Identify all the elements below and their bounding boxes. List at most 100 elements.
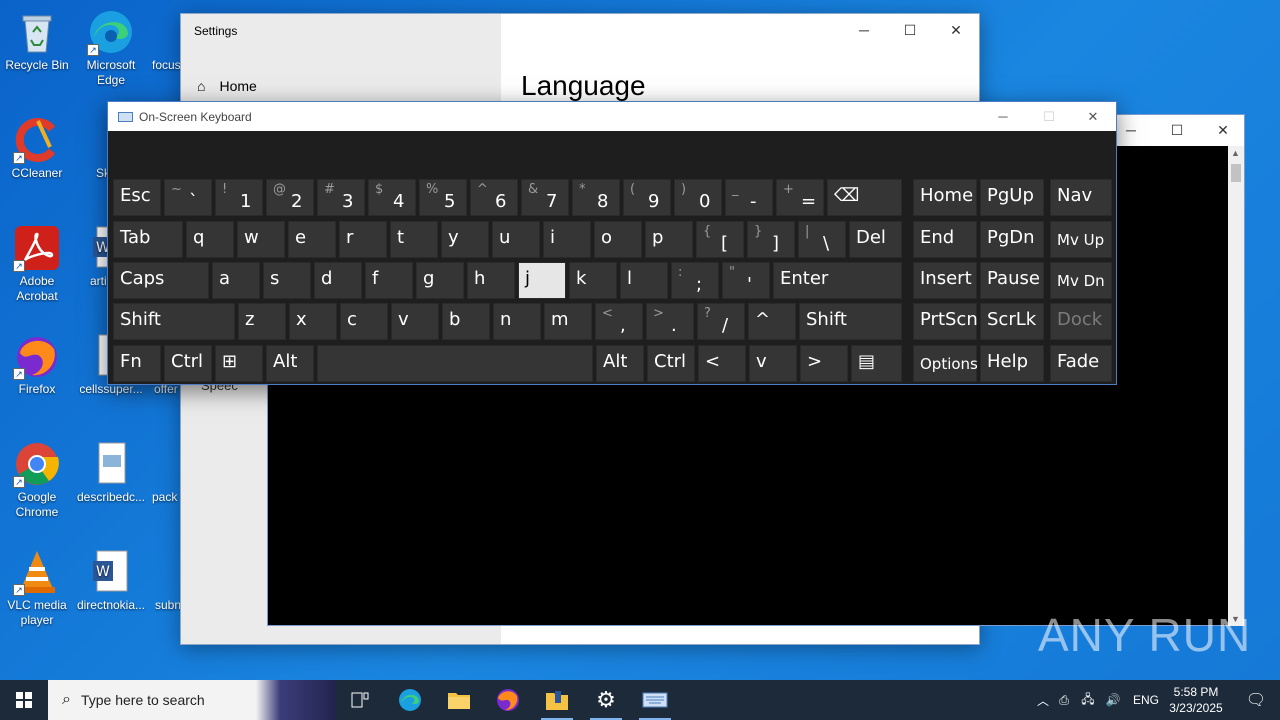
key-i[interactable]: i (543, 221, 591, 258)
key-n[interactable]: n (493, 303, 541, 340)
key-a[interactable]: a (212, 262, 260, 299)
key-l[interactable]: l (620, 262, 668, 299)
close-button[interactable]: ✕ (933, 14, 979, 46)
key-tab[interactable]: Tab (113, 221, 183, 258)
key-p[interactable]: p (645, 221, 693, 258)
key-help[interactable]: Help (980, 345, 1044, 382)
key-t[interactable]: t (390, 221, 438, 258)
desktop-icon-chrome[interactable]: ↗ Google Chrome (0, 440, 74, 520)
key-c[interactable]: c (340, 303, 388, 340)
desktop-icon-firefox[interactable]: ↗ Firefox (0, 332, 74, 397)
key-pgdn[interactable]: PgDn (980, 221, 1044, 258)
key-mv-dn[interactable]: Mv Dn (1050, 262, 1112, 299)
key-z[interactable]: z (238, 303, 286, 340)
key-symbol[interactable]: ~ ` (164, 179, 212, 216)
key-symbol[interactable]: ^ (748, 303, 796, 340)
key-d[interactable]: d (314, 262, 362, 299)
key-1[interactable]: ! 1 (215, 179, 263, 216)
key-symbol[interactable]: + = (776, 179, 824, 216)
key-pgup[interactable]: PgUp (980, 179, 1044, 216)
key-insert[interactable]: Insert (913, 262, 977, 299)
start-button[interactable] (0, 680, 48, 720)
desktop-icon-recycle-bin[interactable]: Recycle Bin (0, 8, 74, 73)
key-shift[interactable]: Shift (113, 303, 235, 340)
vertical-scrollbar[interactable]: ▲ ▼ (1228, 146, 1244, 626)
key-q[interactable]: q (186, 221, 234, 258)
key-fade[interactable]: Fade (1050, 345, 1112, 382)
taskbar-settings[interactable]: ⚙ (582, 680, 630, 720)
key-symbol[interactable]: " ' (722, 262, 770, 299)
desktop-icon-ccleaner[interactable]: ↗ CCleaner (0, 116, 74, 181)
key-r[interactable]: r (339, 221, 387, 258)
key-symbol[interactable]: < (698, 345, 746, 382)
key-alt[interactable]: Alt (596, 345, 644, 382)
key-s[interactable]: s (263, 262, 311, 299)
key-nav[interactable]: Nav (1050, 179, 1112, 216)
key-j[interactable]: j (518, 262, 566, 299)
taskbar-on-screen-keyboard[interactable] (631, 680, 679, 720)
key-symbol[interactable]: }] (747, 221, 795, 258)
key-symbol[interactable]: <, (595, 303, 643, 340)
key-symbol[interactable]: _ - (725, 179, 773, 216)
key-options[interactable]: Options (913, 345, 978, 382)
key-7[interactable]: & 7 (521, 179, 569, 216)
key-esc[interactable]: Esc (113, 179, 161, 216)
key-enter[interactable]: Enter (773, 262, 902, 299)
key-prtscn[interactable]: PrtScn (913, 303, 978, 340)
key-dock[interactable]: Dock (1050, 303, 1112, 340)
key-space[interactable] (317, 345, 593, 382)
scroll-up-icon[interactable]: ▲ (1231, 148, 1240, 158)
key-m[interactable]: m (544, 303, 592, 340)
key-symbol[interactable]: >. (646, 303, 694, 340)
key-symbol[interactable]: > (800, 345, 848, 382)
key-3[interactable]: #3 (317, 179, 365, 216)
key-y[interactable]: y (441, 221, 489, 258)
maximize-button[interactable]: ☐ (1026, 102, 1072, 131)
key-symbol[interactable]: ⌫ (827, 179, 902, 216)
key-0[interactable]: ) 0 (674, 179, 722, 216)
taskbar-firefox[interactable] (484, 680, 532, 720)
key-ctrl[interactable]: Ctrl (164, 345, 212, 382)
desktop-icon-file[interactable]: describedc... (74, 440, 148, 505)
close-button[interactable]: ✕ (1200, 114, 1246, 146)
desktop-icon-edge[interactable]: ↗ Microsoft Edge (74, 8, 148, 88)
key-shift[interactable]: Shift (799, 303, 902, 340)
key-home[interactable]: Home (913, 179, 977, 216)
key-e[interactable]: e (288, 221, 336, 258)
minimize-button[interactable]: ─ (980, 102, 1026, 131)
taskbar-app-folder[interactable] (533, 680, 581, 720)
key-pause[interactable]: Pause (980, 262, 1044, 299)
desktop-icon-vlc[interactable]: ↗ VLC media player (0, 548, 74, 628)
taskbar-search[interactable]: ⌕ Type here to search (48, 680, 336, 720)
key-4[interactable]: $4 (368, 179, 416, 216)
key-symbol[interactable]: ⊞ (215, 345, 263, 382)
key-symbol[interactable]: ? / (697, 303, 745, 340)
key-k[interactable]: k (569, 262, 617, 299)
key-u[interactable]: u (492, 221, 540, 258)
key-x[interactable]: x (289, 303, 337, 340)
key-f[interactable]: f (365, 262, 413, 299)
key-6[interactable]: ^ 6 (470, 179, 518, 216)
desktop-icon-acrobat[interactable]: ↗ Adobe Acrobat (0, 224, 74, 304)
key-o[interactable]: o (594, 221, 642, 258)
key-symbol[interactable]: {[ (696, 221, 744, 258)
key-fn[interactable]: Fn (113, 345, 161, 382)
key-mv-up[interactable]: Mv Up (1050, 221, 1112, 258)
network-icon[interactable]: 🖧 (1076, 690, 1100, 711)
usb-icon[interactable]: ⎙ (1052, 693, 1076, 708)
key-b[interactable]: b (442, 303, 490, 340)
key-w[interactable]: w (237, 221, 285, 258)
key-g[interactable]: g (416, 262, 464, 299)
task-view-button[interactable] (336, 680, 384, 720)
scrollbar-thumb[interactable] (1231, 164, 1241, 182)
key-symbol[interactable]: :; (671, 262, 719, 299)
key-9[interactable]: (9 (623, 179, 671, 216)
settings-home-link[interactable]: ⌂ Home (197, 78, 257, 94)
desktop-icon-file[interactable]: W directnokia... (74, 548, 148, 613)
key-2[interactable]: @2 (266, 179, 314, 216)
taskbar-file-explorer[interactable] (435, 680, 483, 720)
key-alt[interactable]: Alt (266, 345, 314, 382)
taskbar-clock[interactable]: 5:58 PM 3/23/2025 (1156, 684, 1236, 716)
key-symbol[interactable]: | \ (798, 221, 846, 258)
notification-center-button[interactable]: 🗨 (1232, 680, 1280, 720)
